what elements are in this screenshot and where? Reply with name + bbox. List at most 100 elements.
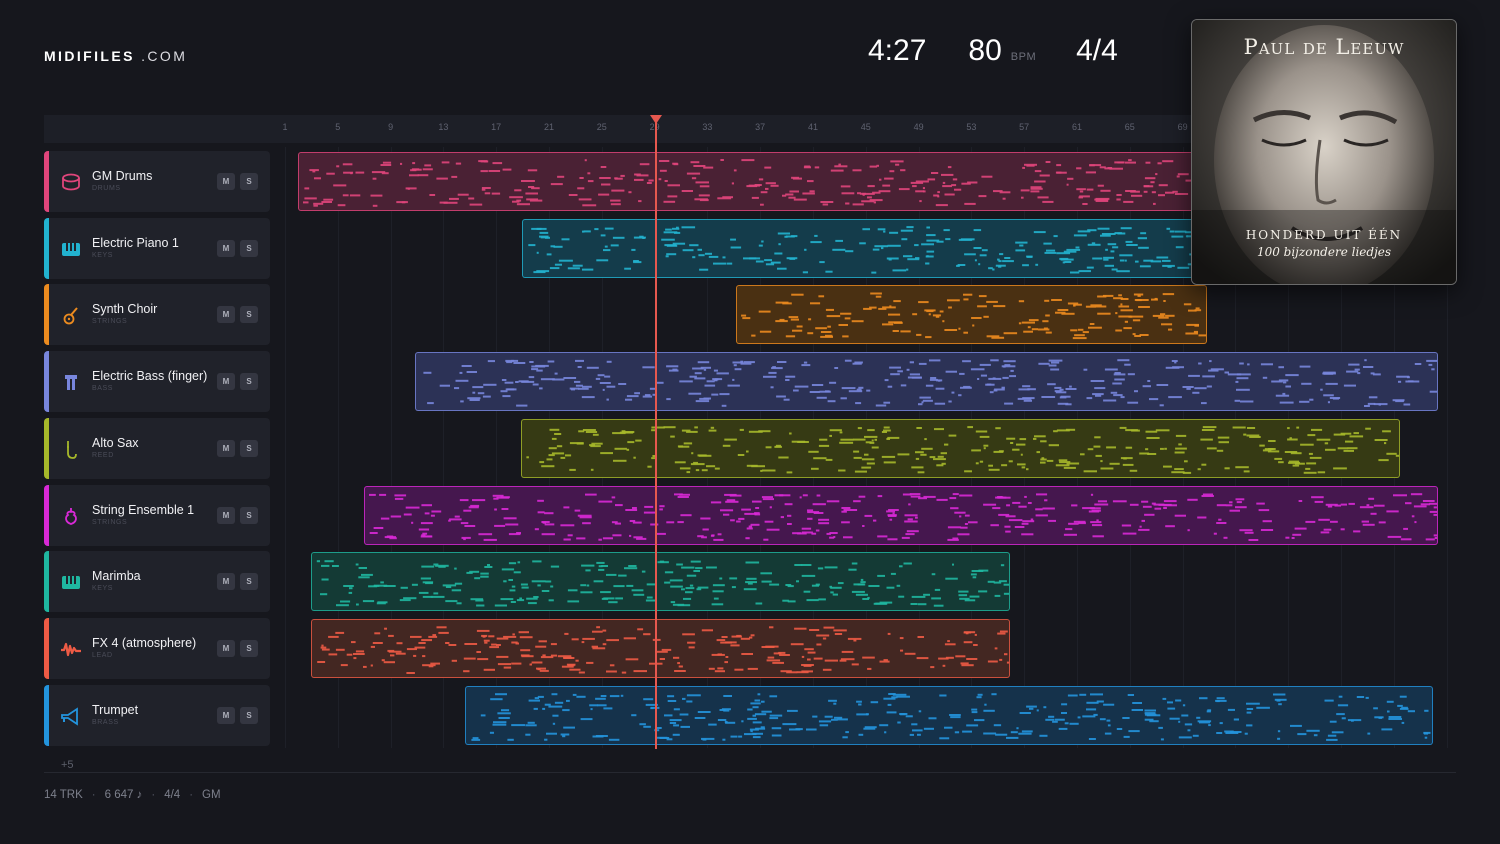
track-header[interactable]: FX 4 (atmosphere) LEAD M S <box>44 618 270 679</box>
ruler-tick: 5 <box>335 122 341 132</box>
piano-icon <box>60 239 82 259</box>
track-header[interactable]: Trumpet BRASS M S <box>44 685 270 746</box>
solo-button[interactable]: S <box>240 173 258 190</box>
status-track-count: 14 TRK <box>44 789 83 801</box>
note-pattern <box>316 560 1009 607</box>
track-name: Alto Sax <box>92 436 139 450</box>
track-name: Marimba <box>92 569 141 583</box>
track-category: BRASS <box>92 719 119 726</box>
ruler-tick: 25 <box>596 122 607 132</box>
solo-button[interactable]: S <box>240 640 258 657</box>
track-color-bar <box>44 218 49 279</box>
note-pattern <box>741 292 1206 340</box>
ruler-tick: 53 <box>966 122 977 132</box>
ruler-tick: 57 <box>1019 122 1030 132</box>
track-color-bar <box>44 351 49 412</box>
ruler-tick: 61 <box>1071 122 1083 132</box>
album-title: HONDERD UIT ÉÉN <box>1245 228 1403 242</box>
tempo-readout: 80 <box>968 34 1002 67</box>
grid-line <box>285 147 286 748</box>
mute-button[interactable]: M <box>217 373 235 390</box>
midi-clip[interactable] <box>736 285 1207 344</box>
track-name: Electric Bass (finger) <box>92 369 208 383</box>
ruler-tick: 65 <box>1124 122 1135 132</box>
note-pattern <box>369 493 1437 541</box>
solo-button[interactable]: S <box>240 573 258 590</box>
midi-clip[interactable] <box>311 619 1010 678</box>
sax-icon <box>60 439 82 459</box>
ruler-tick: 49 <box>913 122 924 132</box>
solo-button[interactable]: S <box>240 507 258 524</box>
midi-clip[interactable] <box>298 152 1202 211</box>
mute-button[interactable]: M <box>217 507 235 524</box>
ruler-tick: 45 <box>860 122 871 132</box>
track-name: GM Drums <box>92 169 153 183</box>
track-header[interactable]: GM Drums DRUMS M S <box>44 151 270 212</box>
track-category: KEYS <box>92 252 114 259</box>
note-pattern <box>526 426 1399 474</box>
track-name: Trumpet <box>92 703 139 717</box>
track-name: Electric Piano 1 <box>92 236 179 250</box>
mute-button[interactable]: M <box>217 707 235 724</box>
track-header[interactable]: Electric Piano 1 KEYS M S <box>44 218 270 279</box>
status-meter: 4/4 <box>164 789 181 801</box>
track-color-bar <box>44 485 49 546</box>
brand-suffix: .COM <box>141 48 188 64</box>
solo-button[interactable]: S <box>240 240 258 257</box>
mute-button[interactable]: M <box>217 173 235 190</box>
track-header[interactable]: Synth Choir STRINGS M S <box>44 284 270 345</box>
duration-readout: 4:27 <box>868 34 927 67</box>
track-color-bar <box>44 284 49 345</box>
more-tracks-indicator[interactable]: +5 <box>61 759 74 771</box>
track-color-bar <box>44 151 49 212</box>
tempo-unit: BPM <box>1010 51 1037 63</box>
status-bar: 14 TRK · 6 647 ♪ · 4/4 · GM <box>44 789 221 801</box>
track-header[interactable]: String Ensemble 1 STRINGS M S <box>44 485 270 546</box>
note-pattern <box>303 159 1201 207</box>
ruler-tick: 1 <box>282 122 288 132</box>
midi-clip[interactable] <box>522 219 1202 278</box>
mute-button[interactable]: M <box>217 306 235 323</box>
track-name: FX 4 (atmosphere) <box>92 636 197 650</box>
track-header[interactable]: Electric Bass (finger) BASS M S <box>44 351 270 412</box>
midi-clip[interactable] <box>465 686 1433 745</box>
midi-clip[interactable] <box>311 552 1010 611</box>
note-pattern <box>471 693 1431 741</box>
track-header[interactable]: Marimba KEYS M S <box>44 551 270 612</box>
midi-clip[interactable] <box>415 352 1438 411</box>
ruler-tick: 9 <box>388 122 394 132</box>
track-header[interactable]: Alto Sax REED M S <box>44 418 270 479</box>
track-category: STRINGS <box>92 318 128 325</box>
track-category: DRUMS <box>92 185 121 192</box>
solo-button[interactable]: S <box>240 306 258 323</box>
note-pattern <box>528 226 1201 274</box>
midi-clip[interactable] <box>521 419 1400 478</box>
violin-icon <box>60 506 82 526</box>
playhead-line[interactable] <box>655 120 657 749</box>
bass-icon <box>60 372 82 392</box>
mute-button[interactable]: M <box>217 573 235 590</box>
mute-button[interactable]: M <box>217 240 235 257</box>
transport-stats: 4:27 80 BPM 4/4 <box>868 34 1118 68</box>
track-name: String Ensemble 1 <box>92 503 195 517</box>
brand-logo[interactable]: MIDIFILES .COM <box>44 48 187 64</box>
solo-button[interactable]: S <box>240 373 258 390</box>
solo-button[interactable]: S <box>240 440 258 457</box>
ruler-tick: 69 <box>1177 122 1188 132</box>
drum-icon <box>60 172 82 192</box>
status-divider <box>44 772 1456 773</box>
track-category: KEYS <box>92 585 114 592</box>
track-category: LEAD <box>92 652 113 659</box>
mute-button[interactable]: M <box>217 440 235 457</box>
mute-button[interactable]: M <box>217 640 235 657</box>
ruler-tick: 17 <box>491 122 502 132</box>
midi-clip[interactable] <box>364 486 1438 545</box>
track-color-bar <box>44 685 49 746</box>
track-category: STRINGS <box>92 519 128 526</box>
time-signature-readout: 4/4 <box>1076 34 1118 67</box>
note-pattern <box>423 359 1437 407</box>
solo-button[interactable]: S <box>240 707 258 724</box>
status-note-count: 6 647 ♪ <box>104 789 143 801</box>
ruler-tick: 33 <box>702 122 713 132</box>
playhead-handle[interactable] <box>650 115 662 124</box>
